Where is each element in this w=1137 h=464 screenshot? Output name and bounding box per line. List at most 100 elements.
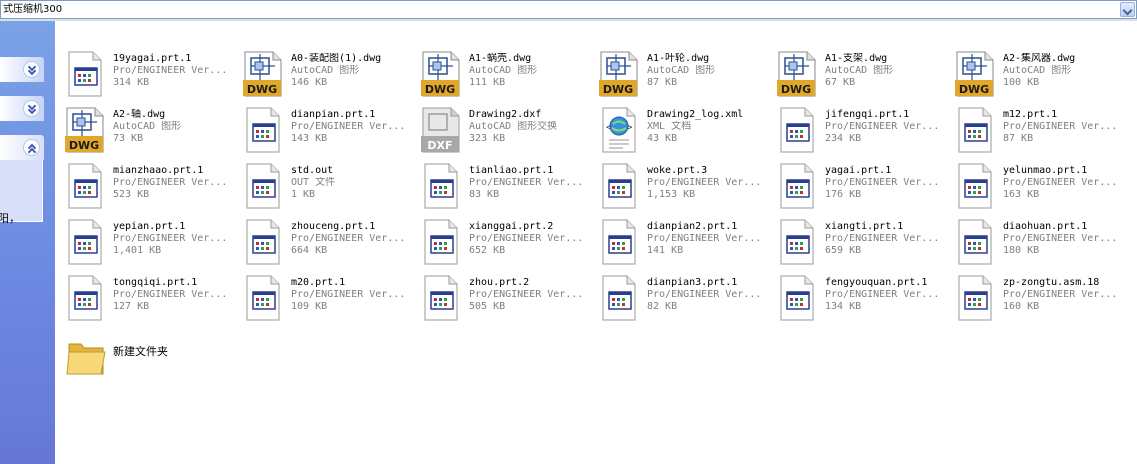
collapse-chevron-icon[interactable] — [23, 139, 40, 156]
file-type: AutoCAD 图形 — [291, 65, 360, 76]
file-type: Pro/ENGINEER Ver... — [825, 177, 940, 188]
file-type: Pro/ENGINEER Ver... — [1003, 289, 1118, 300]
file-item[interactable]: DWG A2-轴.dwg AutoCAD 图形 73 KB — [55, 102, 233, 158]
file-name: 19yagai.prt.1 — [113, 53, 192, 64]
file-type: Pro/ENGINEER Ver... — [113, 289, 228, 300]
file-item[interactable]: < > Drawing2_log.xml XML 文档 43 KB — [589, 102, 767, 158]
proe-icon — [597, 218, 641, 266]
file-item[interactable]: DWG A1-支架.dwg AutoCAD 图形 67 KB — [767, 46, 945, 102]
task-group-header-3[interactable]: 阳， — [0, 135, 44, 225]
file-item[interactable]: jifengqi.prt.1 Pro/ENGINEER Ver... 234 KB — [767, 102, 945, 158]
proe-icon — [419, 162, 463, 210]
file-name: dianpian.prt.1 — [291, 109, 376, 120]
file-item[interactable]: m20.prt.1 Pro/ENGINEER Ver... 109 KB — [233, 270, 411, 326]
file-item[interactable]: mianzhaao.prt.1 Pro/ENGINEER Ver... 523 KB — [55, 158, 233, 214]
file-item[interactable]: DWG A1-蜗壳.dwg AutoCAD 图形 111 KB — [411, 46, 589, 102]
svg-text:DWG: DWG — [69, 139, 99, 152]
file-item[interactable]: zp-zongtu.asm.18 Pro/ENGINEER Ver... 160 K… — [945, 270, 1123, 326]
svg-text:DXF: DXF — [427, 139, 452, 152]
file-item[interactable]: tongqiqi.prt.1 Pro/ENGINEER Ver... 127 KB — [55, 270, 233, 326]
proe-icon — [953, 218, 997, 266]
svg-text:DWG: DWG — [247, 83, 277, 96]
file-item[interactable]: m12.prt.1 Pro/ENGINEER Ver... 87 KB — [945, 102, 1123, 158]
file-size: 652 KB — [469, 245, 506, 256]
file-item[interactable]: tianliao.prt.1 Pro/ENGINEER Ver... 83 KB — [411, 158, 589, 214]
folder-item[interactable]: 新建文件夹 — [55, 326, 233, 382]
file-item[interactable]: 19yagai.prt.1 Pro/ENGINEER Ver... 314 KB — [55, 46, 233, 102]
proe-icon — [63, 162, 107, 210]
file-item[interactable]: fengyouquan.prt.1 Pro/ENGINEER Ver... 134 … — [767, 270, 945, 326]
file-type: Pro/ENGINEER Ver... — [647, 289, 762, 300]
svg-text:DWG: DWG — [425, 83, 455, 96]
svg-text:DWG: DWG — [603, 83, 633, 96]
file-item[interactable]: DWG A1-叶轮.dwg AutoCAD 图形 87 KB — [589, 46, 767, 102]
file-item[interactable]: DWG A2-集风器.dwg AutoCAD 图形 100 KB — [945, 46, 1123, 102]
expand-chevron-icon[interactable] — [23, 100, 40, 117]
file-type: AutoCAD 图形 — [647, 65, 716, 76]
address-bar[interactable]: 式压缩机300 — [0, 0, 1137, 19]
folder-name: 新建文件夹 — [113, 346, 168, 358]
file-size: 659 KB — [825, 245, 862, 256]
file-type: AutoCAD 图形交换 — [469, 121, 558, 132]
file-type: Pro/ENGINEER Ver... — [469, 233, 584, 244]
proe-icon — [419, 218, 463, 266]
file-name: xiangti.prt.1 — [825, 221, 904, 232]
task-pane: 阳， — [0, 21, 55, 464]
file-item[interactable]: dianpian3.prt.1 Pro/ENGINEER Ver... 82 KB — [589, 270, 767, 326]
file-name: tongqiqi.prt.1 — [113, 277, 198, 288]
file-name: xianggai.prt.2 — [469, 221, 554, 232]
proe-icon — [241, 218, 285, 266]
svg-text:DWG: DWG — [959, 83, 989, 96]
file-size: 234 KB — [825, 133, 862, 144]
file-name: mianzhaao.prt.1 — [113, 165, 204, 176]
proe-icon — [953, 162, 997, 210]
address-path: 式压缩机300 — [3, 4, 63, 15]
file-item[interactable]: yagai.prt.1 Pro/ENGINEER Ver... 176 KB — [767, 158, 945, 214]
file-type: Pro/ENGINEER Ver... — [825, 121, 940, 132]
proe-icon — [953, 106, 997, 154]
file-size: 127 KB — [113, 301, 150, 312]
file-item[interactable]: xiangti.prt.1 Pro/ENGINEER Ver... 659 KB — [767, 214, 945, 270]
dwg-icon: DWG — [419, 50, 463, 98]
file-type: Pro/ENGINEER Ver... — [825, 289, 940, 300]
file-name: zhou.prt.2 — [469, 277, 530, 288]
file-item[interactable]: DWG A0-装配图(1).dwg AutoCAD 图形 146 KB — [233, 46, 411, 102]
file-item[interactable]: yepian.prt.1 Pro/ENGINEER Ver... 1,401 KB — [55, 214, 233, 270]
file-type: AutoCAD 图形 — [113, 121, 182, 132]
file-item[interactable]: std.out OUT 文件 1 KB — [233, 158, 411, 214]
file-name: std.out — [291, 165, 334, 176]
file-size: 176 KB — [825, 189, 862, 200]
file-item[interactable]: xianggai.prt.2 Pro/ENGINEER Ver... 652 KB — [411, 214, 589, 270]
expand-chevron-icon[interactable] — [23, 61, 40, 78]
file-type: AutoCAD 图形 — [825, 65, 894, 76]
file-name: A1-蜗壳.dwg — [469, 53, 532, 64]
file-item[interactable]: woke.prt.3 Pro/ENGINEER Ver... 1,153 KB — [589, 158, 767, 214]
file-item[interactable]: zhou.prt.2 Pro/ENGINEER Ver... 505 KB — [411, 270, 589, 326]
file-type: Pro/ENGINEER Ver... — [291, 233, 406, 244]
file-name: fengyouquan.prt.1 — [825, 277, 928, 288]
file-view: 新建文件夹 19yagai.prt.1 Pro/ENGINEER Ver... 31… — [55, 21, 1137, 464]
file-size: 100 KB — [1003, 77, 1040, 88]
file-item[interactable]: dianpian2.prt.1 Pro/ENGINEER Ver... 141 KB — [589, 214, 767, 270]
file-item[interactable]: zhouceng.prt.1 Pro/ENGINEER Ver... 664 KB — [233, 214, 411, 270]
file-name: Drawing2_log.xml — [647, 109, 744, 120]
proe-icon — [419, 274, 463, 322]
file-name: jifengqi.prt.1 — [825, 109, 910, 120]
file-item[interactable]: DXF Drawing2.dxf AutoCAD 图形交换 323 KB — [411, 102, 589, 158]
address-dropdown-button[interactable] — [1120, 2, 1135, 17]
file-size: 664 KB — [291, 245, 328, 256]
file-item[interactable]: dianpian.prt.1 Pro/ENGINEER Ver... 143 KB — [233, 102, 411, 158]
file-item[interactable]: diaohuan.prt.1 Pro/ENGINEER Ver... 180 KB — [945, 214, 1123, 270]
file-size: 314 KB — [113, 77, 150, 88]
dwg-icon: DWG — [597, 50, 641, 98]
file-size: 1,153 KB — [647, 189, 696, 200]
proe-icon — [775, 162, 819, 210]
file-name: diaohuan.prt.1 — [1003, 221, 1088, 232]
proe-icon — [241, 162, 285, 210]
task-group-header-2[interactable] — [0, 96, 44, 121]
dwg-icon: DWG — [63, 106, 107, 154]
file-name: yelunmao.prt.1 — [1003, 165, 1088, 176]
file-item[interactable]: yelunmao.prt.1 Pro/ENGINEER Ver... 163 KB — [945, 158, 1123, 214]
task-group-header-1[interactable] — [0, 57, 44, 82]
file-type: Pro/ENGINEER Ver... — [1003, 121, 1118, 132]
